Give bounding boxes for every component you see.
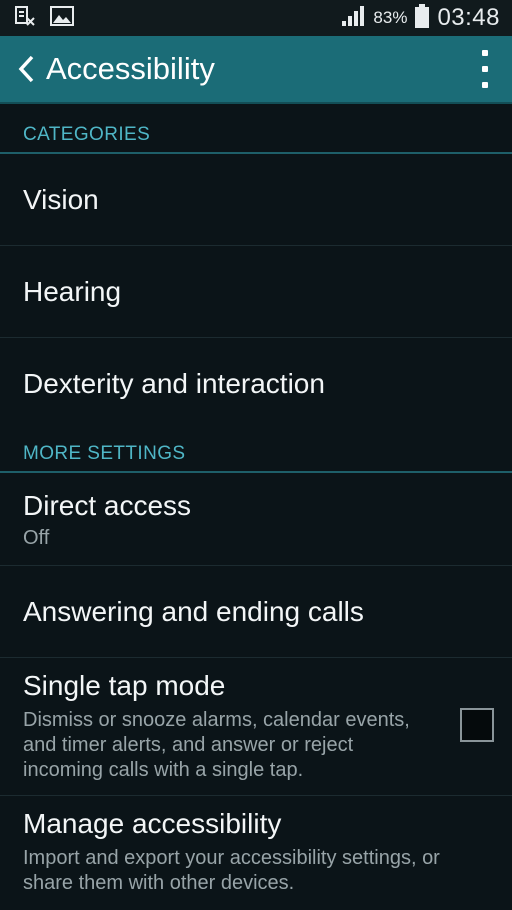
- app-bar: Accessibility: [0, 36, 512, 104]
- list-item-answering-calls[interactable]: Answering and ending calls: [0, 566, 512, 658]
- single-tap-mode-checkbox[interactable]: [460, 708, 494, 742]
- item-subtitle-line: Dismiss or snooze alarms, calendar event…: [23, 709, 410, 731]
- item-title: Single tap mode: [23, 670, 226, 701]
- item-subtitle-line: and timer alerts, and answer or reject: [23, 734, 354, 756]
- clock: 03:48: [437, 4, 500, 31]
- item-title: Dexterity and interaction: [23, 368, 325, 399]
- item-title: Hearing: [23, 275, 122, 307]
- status-bar: 83% 03:48: [0, 0, 512, 36]
- item-title: Vision: [23, 183, 99, 215]
- back-chevron-icon[interactable]: [8, 36, 44, 102]
- list-item-direct-access[interactable]: Direct access Off: [0, 473, 512, 566]
- item-title: Manage accessibility: [23, 808, 282, 839]
- item-title: Direct access: [23, 490, 192, 521]
- item-subtitle-line: incoming calls with a single tap.: [23, 759, 304, 781]
- item-subtitle-line: share them with other devices.: [23, 872, 295, 894]
- list-item-manage-accessibility[interactable]: Manage accessibility Import and export y…: [0, 796, 512, 906]
- item-subtitle: Off: [23, 527, 50, 549]
- item-subtitle-line: Import and export your accessibility set…: [23, 847, 440, 869]
- battery-percent: 83%: [373, 8, 408, 27]
- list-item-vision[interactable]: Vision: [0, 154, 512, 246]
- gallery-notification-icon: [50, 5, 74, 31]
- section-header-categories: CATEGORIES: [0, 104, 512, 154]
- section-header-more-settings: MORE SETTINGS: [0, 430, 512, 473]
- battery-icon: [415, 3, 430, 33]
- list-item-single-tap-mode[interactable]: Single tap mode Dismiss or snooze alarms…: [0, 658, 512, 796]
- signal-strength-icon: [341, 5, 365, 32]
- overflow-menu-icon[interactable]: [480, 50, 490, 88]
- item-title: Answering and ending calls: [23, 595, 364, 627]
- list-item-hearing[interactable]: Hearing: [0, 246, 512, 338]
- screen-mirroring-off-icon: [14, 5, 36, 32]
- list-item-dexterity[interactable]: Dexterity and interaction: [0, 338, 512, 430]
- page-title[interactable]: Accessibility: [46, 51, 215, 87]
